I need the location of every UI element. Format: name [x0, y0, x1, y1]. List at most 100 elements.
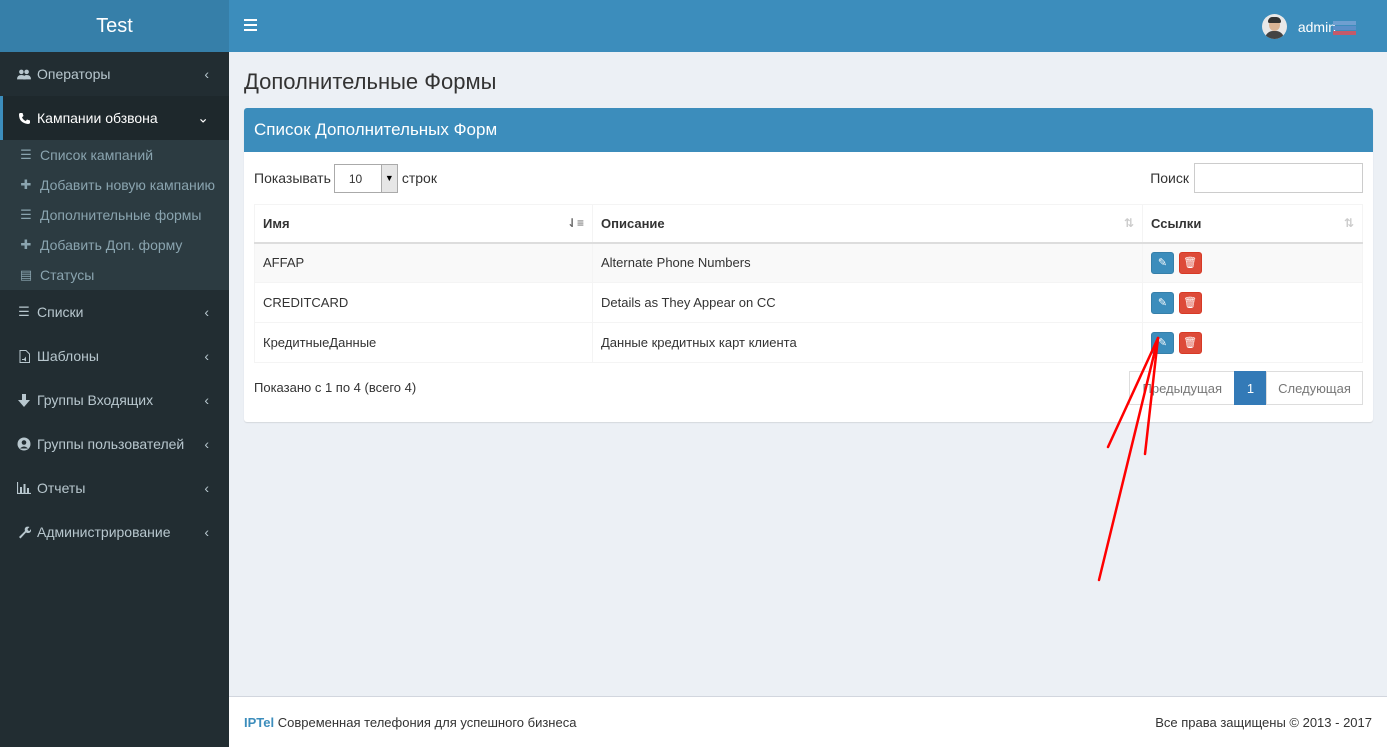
sidebar-item-label: Группы пользователей [37, 436, 185, 452]
table-icon: ▤ [19, 267, 33, 282]
sidebar-item-inbound-groups[interactable]: Группы Входящих ‹ [0, 378, 229, 422]
chevron-left-icon: ‹ [204, 348, 209, 364]
submenu-item-add-campaign[interactable]: ✚ Добавить новую кампанию [0, 170, 229, 200]
sidebar-item-label: Группы Входящих [37, 392, 154, 408]
box-title: Список Дополнительных Форм [244, 108, 1373, 152]
sort-icon: ⇅ [1123, 216, 1134, 230]
file-audio-icon [17, 349, 31, 363]
footer: IPTel Современная телефония для успешног… [229, 696, 1387, 747]
chevron-down-icon: ⌄ [197, 109, 209, 126]
trash-icon: 🗑 [1183, 297, 1198, 309]
search-label: Поиск [1150, 170, 1189, 186]
rows-per-page-select[interactable]: 10 ▼ [333, 163, 398, 193]
table-row: AFFAP Alternate Phone Numbers ✎ 🗑 [254, 242, 1363, 283]
page-title: Дополнительные Формы [244, 69, 497, 94]
chevron-left-icon: ‹ [204, 304, 209, 320]
submenu-item-campaign-list[interactable]: ☰ Список кампаний [0, 140, 229, 170]
language-flag-icon[interactable] [1333, 21, 1356, 35]
cell-name: CREDITCARD [254, 282, 593, 323]
forms-table: Имя ⇃≡ Описание ⇅ Ссылки ⇅ AFFAP Alterna… [254, 204, 1363, 363]
sidebar-item-reports[interactable]: Отчеты ‹ [0, 466, 229, 510]
sidebar-item-label: Шаблоны [37, 348, 99, 364]
sidebar-item-administration[interactable]: Администрирование ‹ [0, 510, 229, 554]
table-info: Показано с 1 по 4 (всего 4) [254, 380, 417, 395]
main-content: Дополнительные Формы Список Дополнительн… [229, 52, 1387, 696]
cell-links: ✎ 🗑 [1142, 242, 1363, 283]
sidebar-item-label: Списки [37, 304, 84, 320]
pencil-icon: ✎ [1157, 337, 1168, 349]
edit-button[interactable]: ✎ [1151, 291, 1174, 314]
column-label: Ссылки [1151, 215, 1202, 231]
sidebar: Test Операторы ‹ Кампании обзвона ⌄ ☰ Сп… [0, 0, 229, 747]
cell-description: Alternate Phone Numbers [592, 242, 1143, 283]
sidebar-item-label: Кампании обзвона [37, 110, 158, 126]
wrench-icon [17, 525, 31, 539]
trash-icon: 🗑 [1183, 337, 1198, 349]
user-circle-icon [17, 437, 31, 451]
sidebar-item-lists[interactable]: ☰ Списки ‹ [0, 290, 229, 334]
arrow-down-icon [17, 393, 31, 407]
pagination-prev[interactable]: Предыдущая [1129, 371, 1235, 405]
users-icon [17, 67, 31, 81]
column-label: Описание [601, 215, 665, 231]
hamburger-menu-icon[interactable] [244, 19, 257, 31]
sidebar-item-templates[interactable]: Шаблоны ‹ [0, 334, 229, 378]
delete-button[interactable]: 🗑 [1178, 331, 1202, 354]
search-input[interactable] [1194, 163, 1363, 193]
rows-per-page-value: 10 [348, 171, 363, 186]
column-header-links[interactable]: Ссылки ⇅ [1142, 204, 1363, 244]
user-menu[interactable]: admin [1261, 14, 1336, 39]
cell-links: ✎ 🗑 [1142, 282, 1363, 323]
cell-description: Details as They Appear on CC [592, 282, 1143, 323]
list-icon: ☰ [20, 147, 32, 162]
pagination-page-current[interactable]: 1 [1234, 371, 1267, 405]
chevron-left-icon: ‹ [204, 524, 209, 540]
list-icon: ☰ [18, 304, 30, 319]
delete-button[interactable]: 🗑 [1178, 251, 1202, 274]
column-label: Имя [263, 215, 290, 231]
chevron-left-icon: ‹ [204, 480, 209, 496]
edit-button[interactable]: ✎ [1151, 251, 1174, 274]
cell-description: Данные кредитных карт клиента [592, 322, 1143, 363]
campaigns-submenu: ☰ Список кампаний ✚ Добавить новую кампа… [0, 140, 229, 290]
plus-icon: ✚ [20, 237, 32, 252]
column-header-description[interactable]: Описание ⇅ [592, 204, 1143, 244]
chevron-left-icon: ‹ [204, 66, 209, 82]
submenu-item-label: Добавить новую кампанию [40, 177, 216, 193]
footer-brand-link[interactable]: IPTel [244, 715, 274, 730]
sidebar-item-user-groups[interactable]: Группы пользователей ‹ [0, 422, 229, 466]
footer-tagline: Современная телефония для успешного бизн… [274, 714, 577, 730]
phone-icon [17, 111, 31, 125]
submenu-item-add-form[interactable]: ✚ Добавить Доп. форму [0, 230, 229, 260]
sort-asc-icon: ⇃≡ [566, 216, 584, 230]
sidebar-item-operators[interactable]: Операторы ‹ [0, 52, 229, 96]
column-header-name[interactable]: Имя ⇃≡ [254, 204, 593, 244]
sidebar-item-label: Отчеты [37, 480, 86, 496]
top-navbar: admin [229, 0, 1387, 52]
pagination-next[interactable]: Следующая [1266, 371, 1363, 405]
show-label: Показывать [254, 170, 331, 186]
chevron-left-icon: ‹ [204, 392, 209, 408]
table-header-row: Имя ⇃≡ Описание ⇅ Ссылки ⇅ [254, 204, 1363, 244]
pencil-icon: ✎ [1157, 297, 1168, 309]
page-length-control: Показывать 10 ▼ строк [254, 163, 437, 193]
dropdown-arrow-icon: ▼ [380, 164, 397, 192]
edit-button[interactable]: ✎ [1151, 331, 1174, 354]
table-row: КредитныеДанные Данные кредитных карт кл… [254, 322, 1363, 363]
cell-name: КредитныеДанные [254, 322, 593, 363]
cell-links: ✎ 🗑 [1142, 322, 1363, 363]
sidebar-item-campaigns[interactable]: Кампании обзвона ⌄ [0, 96, 229, 140]
submenu-item-statuses[interactable]: ▤ Статусы [0, 260, 229, 290]
submenu-item-label: Дополнительные формы [40, 207, 202, 223]
forms-box: Список Дополнительных Форм Показывать 10… [244, 108, 1373, 422]
sort-icon: ⇅ [1343, 216, 1354, 230]
plus-icon: ✚ [20, 177, 32, 192]
table-row: CREDITCARD Details as They Appear on CC … [254, 282, 1363, 323]
delete-button[interactable]: 🗑 [1178, 291, 1202, 314]
search-control: Поиск [1150, 163, 1363, 193]
username: admin [1297, 18, 1336, 35]
app-logo[interactable]: Test [0, 0, 229, 52]
submenu-item-label: Список кампаний [40, 147, 154, 163]
sidebar-item-label: Администрирование [37, 524, 171, 540]
submenu-item-additional-forms[interactable]: ☰ Дополнительные формы [0, 200, 229, 230]
